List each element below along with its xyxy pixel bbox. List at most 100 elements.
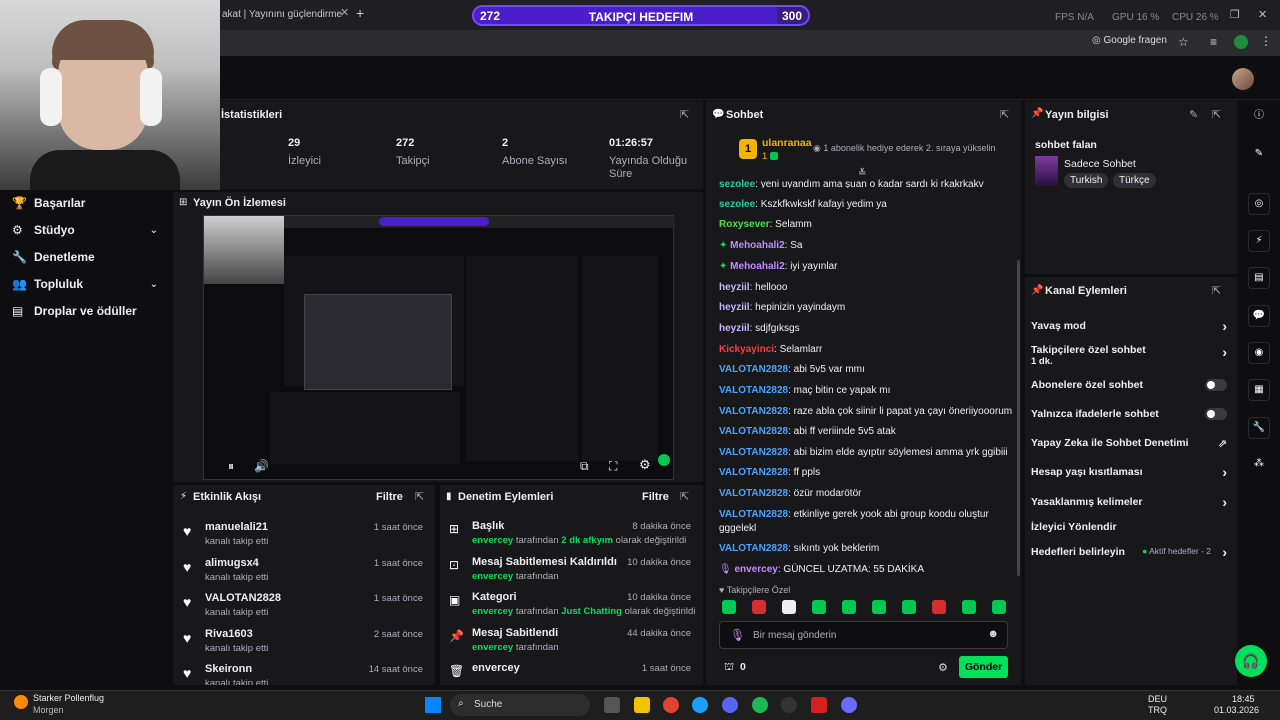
chat-username[interactable]: Roxysever: [719, 219, 770, 230]
emote-icon[interactable]: [842, 600, 856, 614]
popout-icon[interactable]: ⇱: [1000, 108, 1009, 121]
pip-icon[interactable]: ⧉: [580, 459, 589, 474]
modlog-moderator[interactable]: envercey: [472, 642, 513, 653]
channel-action-item[interactable]: Yalnızca ifadelerle sohbet: [1031, 408, 1227, 420]
channel-action-item[interactable]: Yapay Zeka ile Sohbet Denetimi ⇗: [1031, 437, 1227, 450]
channel-action-item[interactable]: Hedefleri belirleyin ● Aktif hedefler - 2…: [1031, 544, 1227, 560]
sidebar-item-community[interactable]: 👥 Topluluk ⌄: [0, 271, 170, 298]
emote-icon[interactable]: [932, 600, 946, 614]
chat-username[interactable]: sezolee: [719, 179, 755, 188]
sidebar-item-moderation[interactable]: 🔧 Denetleme: [0, 244, 170, 271]
explorer-icon[interactable]: [634, 697, 650, 713]
taskbar-search[interactable]: ⌕ Suche: [450, 694, 590, 716]
popout-icon[interactable]: ⇱: [1212, 108, 1221, 121]
chat-username[interactable]: VALOTAN2828: [719, 406, 788, 417]
channel-action-item[interactable]: Hesap yaşı kısıtlaması ›: [1031, 464, 1227, 480]
channel-action-item[interactable]: Takipçilere özel sohbet 1 dk. ›: [1031, 344, 1227, 367]
channel-action-item[interactable]: İzleyici Yönlendir: [1031, 521, 1227, 533]
chat-username[interactable]: Mehoahali2: [730, 261, 784, 272]
google-fragen-button[interactable]: ◎ Google fragen: [1092, 35, 1167, 46]
chat-username[interactable]: VALOTAN2828: [719, 488, 788, 499]
modlog-row[interactable]: ⊞ Başlık 8 dakika önce envercey tarafından …: [440, 520, 703, 556]
camera-icon[interactable]: ◎: [1248, 193, 1270, 215]
close-window-icon[interactable]: ✕: [1258, 8, 1267, 21]
tag-turkce[interactable]: Türkçe: [1113, 173, 1156, 188]
weather-title[interactable]: Starker Pollenflug: [33, 693, 104, 703]
layout-icon[interactable]: ▦: [1248, 379, 1270, 401]
chat-settings-icon[interactable]: ⚙: [938, 661, 948, 674]
chat-username[interactable]: Kickyayinci: [719, 344, 774, 355]
language-primary[interactable]: DEU: [1148, 694, 1167, 704]
emote-icon[interactable]: [812, 600, 826, 614]
browser-tab[interactable]: akat | Yayınını güçlendirme: [222, 6, 342, 24]
popout-icon[interactable]: ⇱: [1212, 284, 1221, 297]
modlog-row[interactable]: 📌 Mesaj Sabitlendi 44 dakika önce envercey …: [440, 627, 703, 663]
send-button[interactable]: Gönder: [959, 656, 1008, 678]
chat-icon[interactable]: 💬: [1248, 305, 1270, 327]
apps-icon[interactable]: ⁂: [1248, 454, 1270, 476]
emote-icon[interactable]: [752, 600, 766, 614]
taskview-icon[interactable]: [604, 697, 620, 713]
bookmark-star-icon[interactable]: ☆: [1178, 35, 1189, 49]
leaderboard-user[interactable]: ulanranaa: [762, 137, 812, 149]
windows-start-icon[interactable]: [425, 697, 441, 713]
chat-username[interactable]: Mehoahali2: [730, 240, 784, 251]
microphone-icon[interactable]: 🎙: [730, 628, 745, 642]
emote-icon[interactable]: [902, 600, 916, 614]
list-item[interactable]: ♥ alimugsx4 kanalı takip etti 1 saat önce: [173, 557, 435, 593]
pause-icon[interactable]: ⏸: [228, 459, 234, 474]
chat-username[interactable]: VALOTAN2828: [719, 364, 788, 375]
edge-icon[interactable]: [692, 697, 708, 713]
user-avatar[interactable]: [1232, 68, 1254, 90]
list-item[interactable]: ♥ Riva1603 kanalı takip etti 2 saat önce: [173, 628, 435, 664]
emoji-icon[interactable]: ☻: [987, 628, 999, 640]
toggle-switch[interactable]: [1205, 379, 1227, 391]
modlog-moderator[interactable]: envercey: [472, 606, 513, 617]
new-tab-button[interactable]: +: [356, 5, 364, 21]
info-icon[interactable]: ⓘ: [1248, 106, 1270, 128]
chat-username[interactable]: VALOTAN2828: [719, 509, 788, 520]
chat-username[interactable]: heyziil: [719, 302, 750, 313]
popout-icon[interactable]: ⇱: [680, 108, 689, 121]
chat-scrollbar[interactable]: [1017, 260, 1020, 576]
chat-username[interactable]: heyziil: [719, 323, 750, 334]
activity-filter-button[interactable]: Filtre: [376, 491, 403, 503]
sidebar-item-drops[interactable]: ▤ Droplar ve ödüller: [0, 298, 170, 325]
fullscreen-icon[interactable]: ⛶: [609, 459, 617, 474]
modlog-row[interactable]: ⊡ Mesaj Sabitlemesi Kaldırıldı 10 dakika ö…: [440, 556, 703, 592]
clock-time[interactable]: 18:45: [1232, 694, 1255, 704]
chat-username[interactable]: VALOTAN2828: [719, 467, 788, 478]
menu-dots-icon[interactable]: ⋮: [1260, 34, 1272, 48]
settings-gear-icon[interactable]: ⚙: [639, 457, 651, 473]
emote-icon[interactable]: [992, 600, 1006, 614]
chat-username[interactable]: VALOTAN2828: [719, 385, 788, 396]
tag-turkish[interactable]: Turkish: [1064, 173, 1109, 188]
emote-icon[interactable]: [782, 600, 796, 614]
restore-icon[interactable]: ❐: [1230, 8, 1240, 21]
chat-input[interactable]: 🎙 Bir mesaj gönderin ☻: [719, 621, 1008, 649]
sidebar-item-achievements[interactable]: 🏆 Başarılar: [0, 190, 170, 217]
popout-icon[interactable]: ⇱: [680, 490, 689, 503]
chat-username[interactable]: sezolee: [719, 199, 755, 210]
lightning-icon[interactable]: ⚡: [1248, 230, 1270, 252]
toggle-switch[interactable]: [1205, 408, 1227, 420]
chat-username[interactable]: VALOTAN2828: [719, 543, 788, 554]
volume-icon[interactable]: 🔊: [254, 459, 269, 473]
channel-action-item[interactable]: Abonelere özel sohbet: [1031, 379, 1227, 391]
wrench-icon[interactable]: 🔧: [1248, 417, 1270, 439]
spotify-icon[interactable]: [752, 697, 768, 713]
broadcast-icon[interactable]: ◉: [1248, 342, 1270, 364]
chat-username[interactable]: envercey: [734, 564, 777, 575]
edit-pencil-icon[interactable]: ✎: [1189, 108, 1198, 121]
emote-icon[interactable]: [872, 600, 886, 614]
profile-icon[interactable]: [1234, 35, 1248, 49]
sidebar-item-studio[interactable]: ⚙ Stüdyo ⌄: [0, 217, 170, 244]
pen-icon[interactable]: ✎: [1248, 144, 1270, 166]
channel-action-item[interactable]: Yavaş mod ›: [1031, 318, 1227, 334]
support-headset-icon[interactable]: 🎧: [1235, 645, 1267, 677]
modlog-row[interactable]: 🗑 envercey 1 saat önce: [440, 662, 703, 685]
stream-preview-video[interactable]: ⏸ 🔊 ⧉ ⛶ ⚙: [203, 215, 675, 480]
chat-username[interactable]: VALOTAN2828: [719, 447, 788, 458]
list-item[interactable]: ♥ VALOTAN2828 kanalı takip etti 1 saat önce: [173, 592, 435, 628]
modlog-moderator[interactable]: envercey: [472, 571, 513, 582]
